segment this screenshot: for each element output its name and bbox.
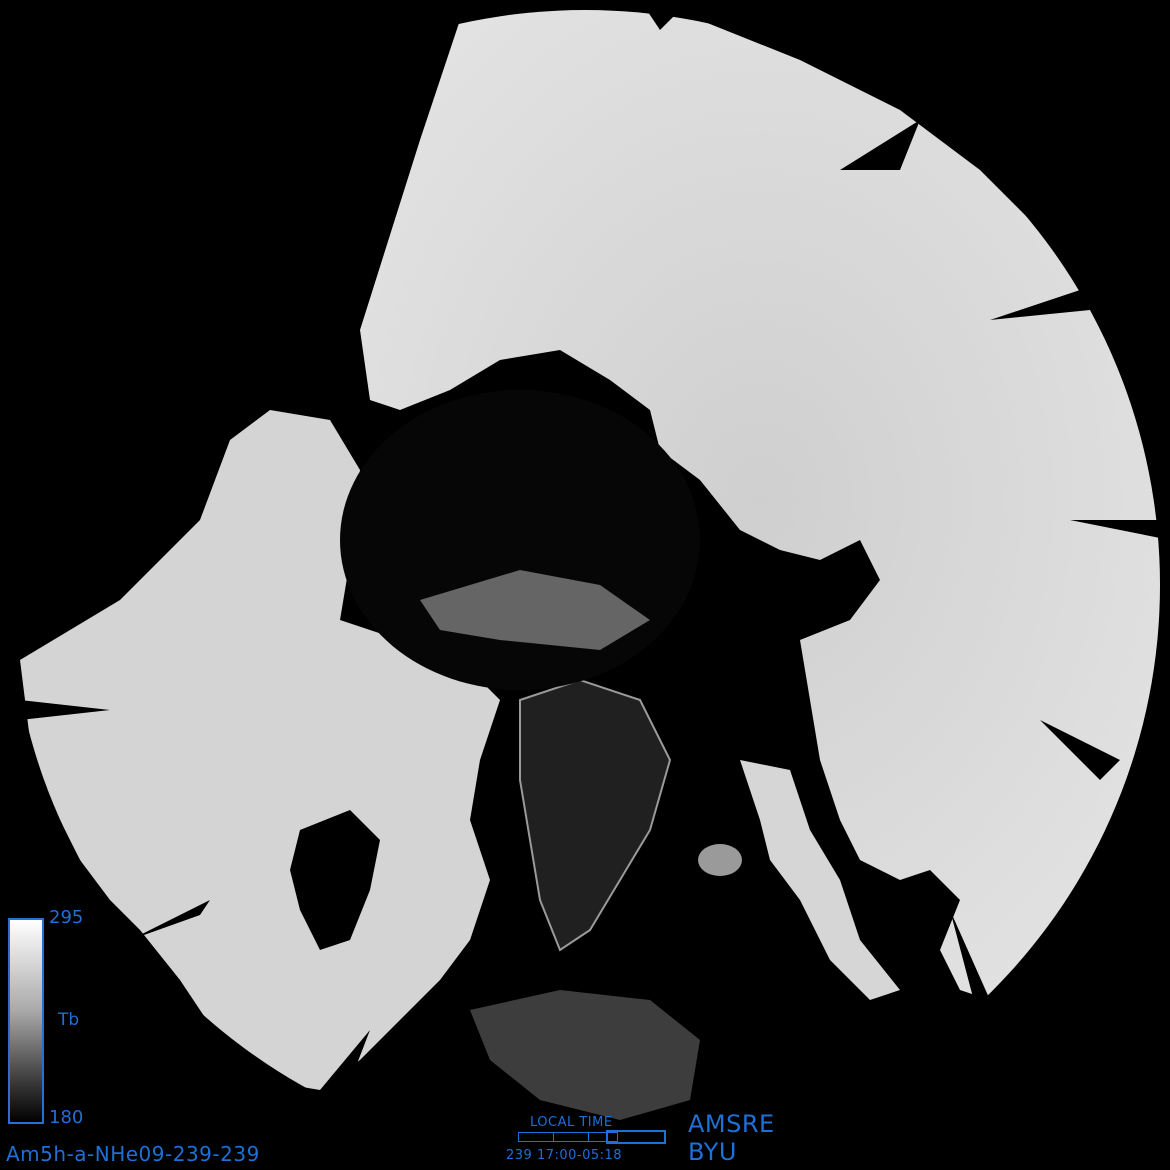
product-id: Am5h-a-NHe09-239-239: [6, 1142, 260, 1166]
local-time-bar: [518, 1132, 618, 1142]
arctic-ocean: [340, 390, 700, 690]
local-time-label: LOCAL TIME: [530, 1115, 613, 1130]
polar-brightness-map: [0, 0, 1170, 1170]
colorbar-quantity-label: Tb: [58, 1010, 80, 1030]
local-time-value: 239 17:00-05:18: [506, 1148, 623, 1163]
local-time-indicator: [606, 1130, 666, 1144]
local-time-tick: [588, 1132, 589, 1142]
sensor-label: AMSRE: [688, 1110, 775, 1138]
iceland: [698, 844, 742, 876]
colorbar-max-label: 295: [49, 907, 84, 928]
organization-label: BYU: [688, 1138, 737, 1166]
local-time-tick: [553, 1132, 554, 1142]
colorbar-min-label: 180: [49, 1107, 84, 1128]
colorbar: [8, 918, 44, 1124]
